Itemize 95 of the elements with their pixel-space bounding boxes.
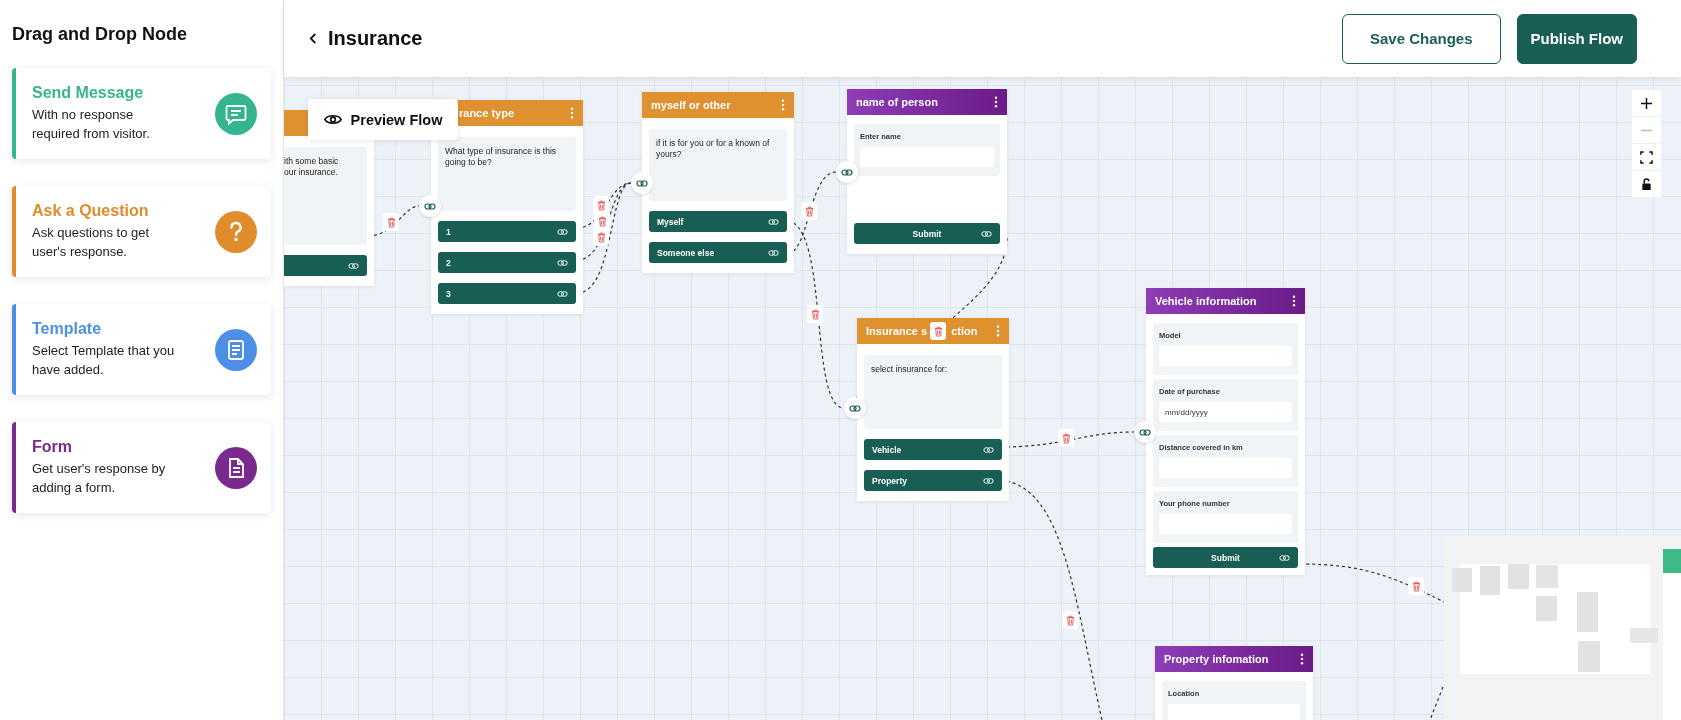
trash-icon [596, 231, 606, 243]
node-title: Insurance s [866, 325, 928, 337]
node-card[interactable]: Ask a Question Ask questions to get user's response. [12, 186, 271, 277]
delete-button[interactable] [594, 212, 610, 230]
link-icon [1279, 553, 1290, 562]
link-icon [636, 178, 648, 188]
document-icon [215, 328, 257, 371]
trash-icon [933, 325, 943, 337]
option-button[interactable]: Someone else [649, 242, 787, 263]
option-button[interactable]: Property [864, 470, 1002, 491]
zoom-in-button[interactable] [1632, 90, 1661, 116]
publish-button[interactable]: Publish Flow [1516, 13, 1637, 64]
link-icon [557, 289, 568, 298]
trash-icon [1065, 614, 1075, 626]
link-icon [1139, 427, 1151, 437]
node-card[interactable]: Form Get user's response by adding a form. [12, 422, 271, 513]
save-button[interactable]: Save Changes [1341, 13, 1501, 64]
link-icon [768, 248, 779, 257]
card-title: Send Message [32, 84, 145, 103]
submit-button[interactable]: Submit [1153, 547, 1298, 568]
fullscreen-icon [1640, 150, 1653, 164]
link-icon [841, 167, 853, 177]
card-description: Select Template that you have added. [32, 342, 176, 379]
link-icon [983, 476, 994, 485]
delete-button[interactable] [801, 202, 817, 220]
card-description: Ask questions to get user's response. [32, 224, 151, 261]
link-handle[interactable] [836, 161, 858, 183]
back-icon[interactable] [309, 32, 318, 45]
link-icon [981, 229, 992, 238]
chat-icon [215, 92, 257, 135]
node-card[interactable]: Send Message With no response required from visitor. [12, 68, 271, 159]
message-text: What type of insurance is this going to be? [438, 137, 576, 211]
input-field[interactable]: mm/dd/yyyy [1159, 402, 1292, 422]
trash-icon [1411, 580, 1421, 592]
option-button[interactable]: Myself [649, 211, 787, 232]
lock-icon [1640, 177, 1653, 191]
card-description: With no response required from visitor. [32, 106, 151, 143]
option-button[interactable]: 2 [438, 252, 576, 273]
delete-button[interactable] [383, 213, 399, 231]
page-title: Insurance [328, 27, 423, 50]
plus-icon [1640, 96, 1653, 110]
submit-button[interactable]: Submit [854, 223, 1000, 244]
node-title: rance type [459, 107, 515, 119]
delete-button[interactable] [807, 305, 823, 323]
trash-icon [1061, 432, 1071, 444]
trash-icon [597, 215, 607, 227]
trash-icon [810, 308, 820, 320]
eye-icon [323, 113, 342, 126]
option-button[interactable]: Vehicle [864, 439, 1002, 460]
lock-button[interactable] [1632, 171, 1661, 197]
link-handle[interactable] [419, 195, 441, 217]
more-icon[interactable] [1300, 653, 1304, 665]
link-icon [348, 261, 359, 270]
link-icon [768, 217, 779, 226]
link-icon [557, 258, 568, 267]
link-handle[interactable] [631, 172, 653, 194]
card-title: Template [32, 320, 103, 339]
link-handle[interactable] [844, 397, 866, 419]
delete-button[interactable] [1062, 611, 1078, 629]
node-card[interactable]: Template Select Template that you have added. [12, 304, 271, 395]
trash-icon [804, 205, 814, 217]
delete-button[interactable] [593, 228, 609, 246]
sidebar-title: Drag and Drop Node [12, 24, 188, 45]
message-text: select insurance for: [864, 355, 1002, 429]
delete-button[interactable] [1408, 577, 1424, 595]
fit-view-button[interactable] [1632, 144, 1661, 170]
connector-line [1429, 686, 1444, 720]
delete-button[interactable] [930, 322, 946, 340]
card-title: Form [32, 438, 73, 457]
link-icon [983, 445, 994, 454]
link-icon [849, 403, 861, 413]
link-icon [424, 201, 436, 211]
more-icon[interactable] [1292, 295, 1296, 307]
delete-button[interactable] [1058, 429, 1074, 447]
trash-icon [596, 199, 606, 211]
preview-button[interactable]: Preview Flow [308, 99, 458, 140]
message-text: ith some basic our insurance. [284, 147, 367, 245]
more-icon[interactable] [994, 96, 998, 108]
option-button[interactable] [284, 255, 367, 276]
option-button[interactable]: 1 [438, 221, 576, 242]
question-icon [215, 210, 257, 253]
form-icon [215, 446, 257, 489]
card-title: Ask a Question [32, 202, 150, 221]
link-handle[interactable] [1134, 421, 1156, 443]
card-description: Get user's response by adding a form. [32, 460, 167, 497]
trash-icon [386, 216, 396, 228]
node-title: Property infomation [1164, 653, 1269, 665]
link-icon [557, 227, 568, 236]
message-text: if it is for you or for a known of yours? [649, 129, 787, 201]
node-title: name of person [856, 96, 938, 108]
delete-button[interactable] [593, 196, 609, 214]
node-title: ction [951, 325, 978, 337]
node-title: myself or other [651, 99, 731, 111]
node-title: Vehicle information [1155, 295, 1257, 307]
option-button[interactable]: 3 [438, 283, 576, 304]
